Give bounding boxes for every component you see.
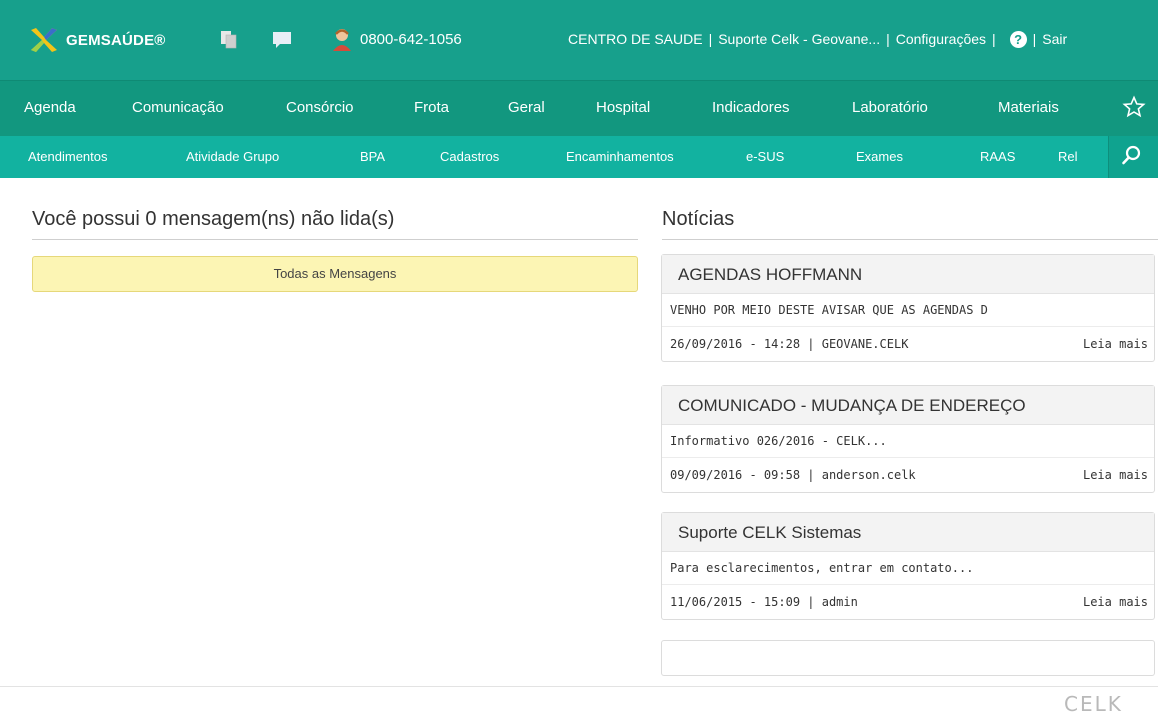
news-card-date-author: 09/09/2016 - 09:58 | anderson.celk [670, 468, 916, 482]
unit-link[interactable]: CENTRO DE SAUDE [568, 31, 703, 47]
news-card-date-author: 26/09/2016 - 14:28 | GEOVANE.CELK [670, 337, 909, 351]
news-card: AGENDAS HOFFMANN VENHO POR MEIO DESTE AV… [661, 254, 1155, 362]
menu-item-frota[interactable]: Frota [414, 99, 449, 116]
submenu-item-encaminhamentos[interactable]: Encaminhamentos [566, 149, 674, 164]
top-links: CENTRO DE SAUDE | Suporte Celk - Geovane.… [568, 24, 1067, 54]
user-link[interactable]: Suporte Celk - Geovane... [718, 31, 880, 47]
menu-search-button[interactable] [1108, 136, 1158, 178]
read-more-link[interactable]: Leia mais [1083, 327, 1148, 361]
news-card: COMUNICADO - MUDANÇA DE ENDEREÇO Informa… [661, 385, 1155, 493]
submenu-item-atividade-grupo[interactable]: Atividade Grupo [186, 149, 279, 164]
brand-cross-icon [31, 28, 57, 52]
brand-name: GEMSAÚDE® [66, 31, 166, 49]
submenu-item-esus[interactable]: e-SUS [746, 149, 784, 164]
footer-logo: CELK [1064, 692, 1123, 716]
sub-menu: Atendimentos Atividade Grupo BPA Cadastr… [0, 136, 1158, 178]
documents-icon[interactable] [218, 28, 240, 50]
submenu-item-bpa[interactable]: BPA [360, 149, 385, 164]
news-card-title[interactable]: AGENDAS HOFFMANN [662, 255, 1154, 294]
news-card-summary: VENHO POR MEIO DESTE AVISAR QUE AS AGEND… [662, 294, 1154, 327]
brand-logo[interactable]: GEMSAÚDE® [28, 22, 166, 58]
news-pagination-area [661, 640, 1155, 676]
news-card-date-author: 11/06/2015 - 15:09 | admin [670, 595, 858, 609]
all-messages-button[interactable]: Todas as Mensagens [32, 256, 638, 292]
news-card-meta: 09/09/2016 - 09:58 | anderson.celk Leia … [662, 458, 1154, 492]
read-more-link[interactable]: Leia mais [1083, 585, 1148, 619]
menu-item-geral[interactable]: Geral [508, 99, 545, 116]
menu-item-comunicacao[interactable]: Comunicação [132, 99, 224, 116]
news-card-meta: 26/09/2016 - 14:28 | GEOVANE.CELK Leia m… [662, 327, 1154, 361]
submenu-item-exames[interactable]: Exames [856, 149, 903, 164]
submenu-item-cadastros[interactable]: Cadastros [440, 149, 499, 164]
news-card-title[interactable]: Suporte CELK Sistemas [662, 513, 1154, 552]
separator: | [886, 31, 890, 47]
exit-link[interactable]: Sair [1042, 31, 1067, 47]
menu-item-materiais[interactable]: Materiais [998, 99, 1059, 116]
menu-item-hospital[interactable]: Hospital [596, 99, 650, 116]
help-icon[interactable]: ? [1009, 30, 1027, 48]
divider [662, 239, 1158, 240]
menu-item-laboratorio[interactable]: Laboratório [852, 99, 928, 116]
separator: | [992, 31, 996, 47]
read-more-link[interactable]: Leia mais [1083, 458, 1148, 492]
news-card-meta: 11/06/2015 - 15:09 | admin Leia mais [662, 585, 1154, 619]
phone-contact: 0800-642-1056 [330, 24, 462, 54]
separator: | [1032, 31, 1037, 47]
star-icon[interactable] [1122, 95, 1146, 119]
footer-divider [0, 686, 1158, 687]
messages-title: Você possui 0 mensagem(ns) não lida(s) [32, 208, 395, 230]
submenu-item-atendimentos[interactable]: Atendimentos [28, 149, 108, 164]
news-card-summary: Informativo 026/2016 - CELK... [662, 425, 1154, 458]
news-card-summary: Para esclarecimentos, entrar em contato.… [662, 552, 1154, 585]
phone-number: 0800-642-1056 [360, 30, 462, 48]
settings-link[interactable]: Configurações [896, 31, 986, 47]
divider [32, 239, 638, 240]
main-menu: Agenda Comunicação Consórcio Frota Geral… [0, 80, 1158, 137]
news-card-title[interactable]: COMUNICADO - MUDANÇA DE ENDEREÇO [662, 386, 1154, 425]
support-agent-icon [333, 29, 351, 51]
search-icon [1122, 145, 1141, 165]
menu-item-agenda[interactable]: Agenda [24, 99, 76, 116]
news-card: Suporte CELK Sistemas Para esclareciment… [661, 512, 1155, 620]
news-title: Notícias [662, 208, 735, 230]
menu-item-consorcio[interactable]: Consórcio [286, 99, 354, 116]
submenu-item-rel[interactable]: Rel [1058, 149, 1078, 164]
separator: | [708, 31, 713, 47]
submenu-item-raas[interactable]: RAAS [980, 149, 1015, 164]
menu-item-indicadores[interactable]: Indicadores [712, 99, 790, 116]
messages-icon[interactable] [271, 28, 293, 50]
top-bar: GEMSAÚDE® 0800-642-1056 CENTRO DE SAUDE |… [0, 0, 1158, 80]
